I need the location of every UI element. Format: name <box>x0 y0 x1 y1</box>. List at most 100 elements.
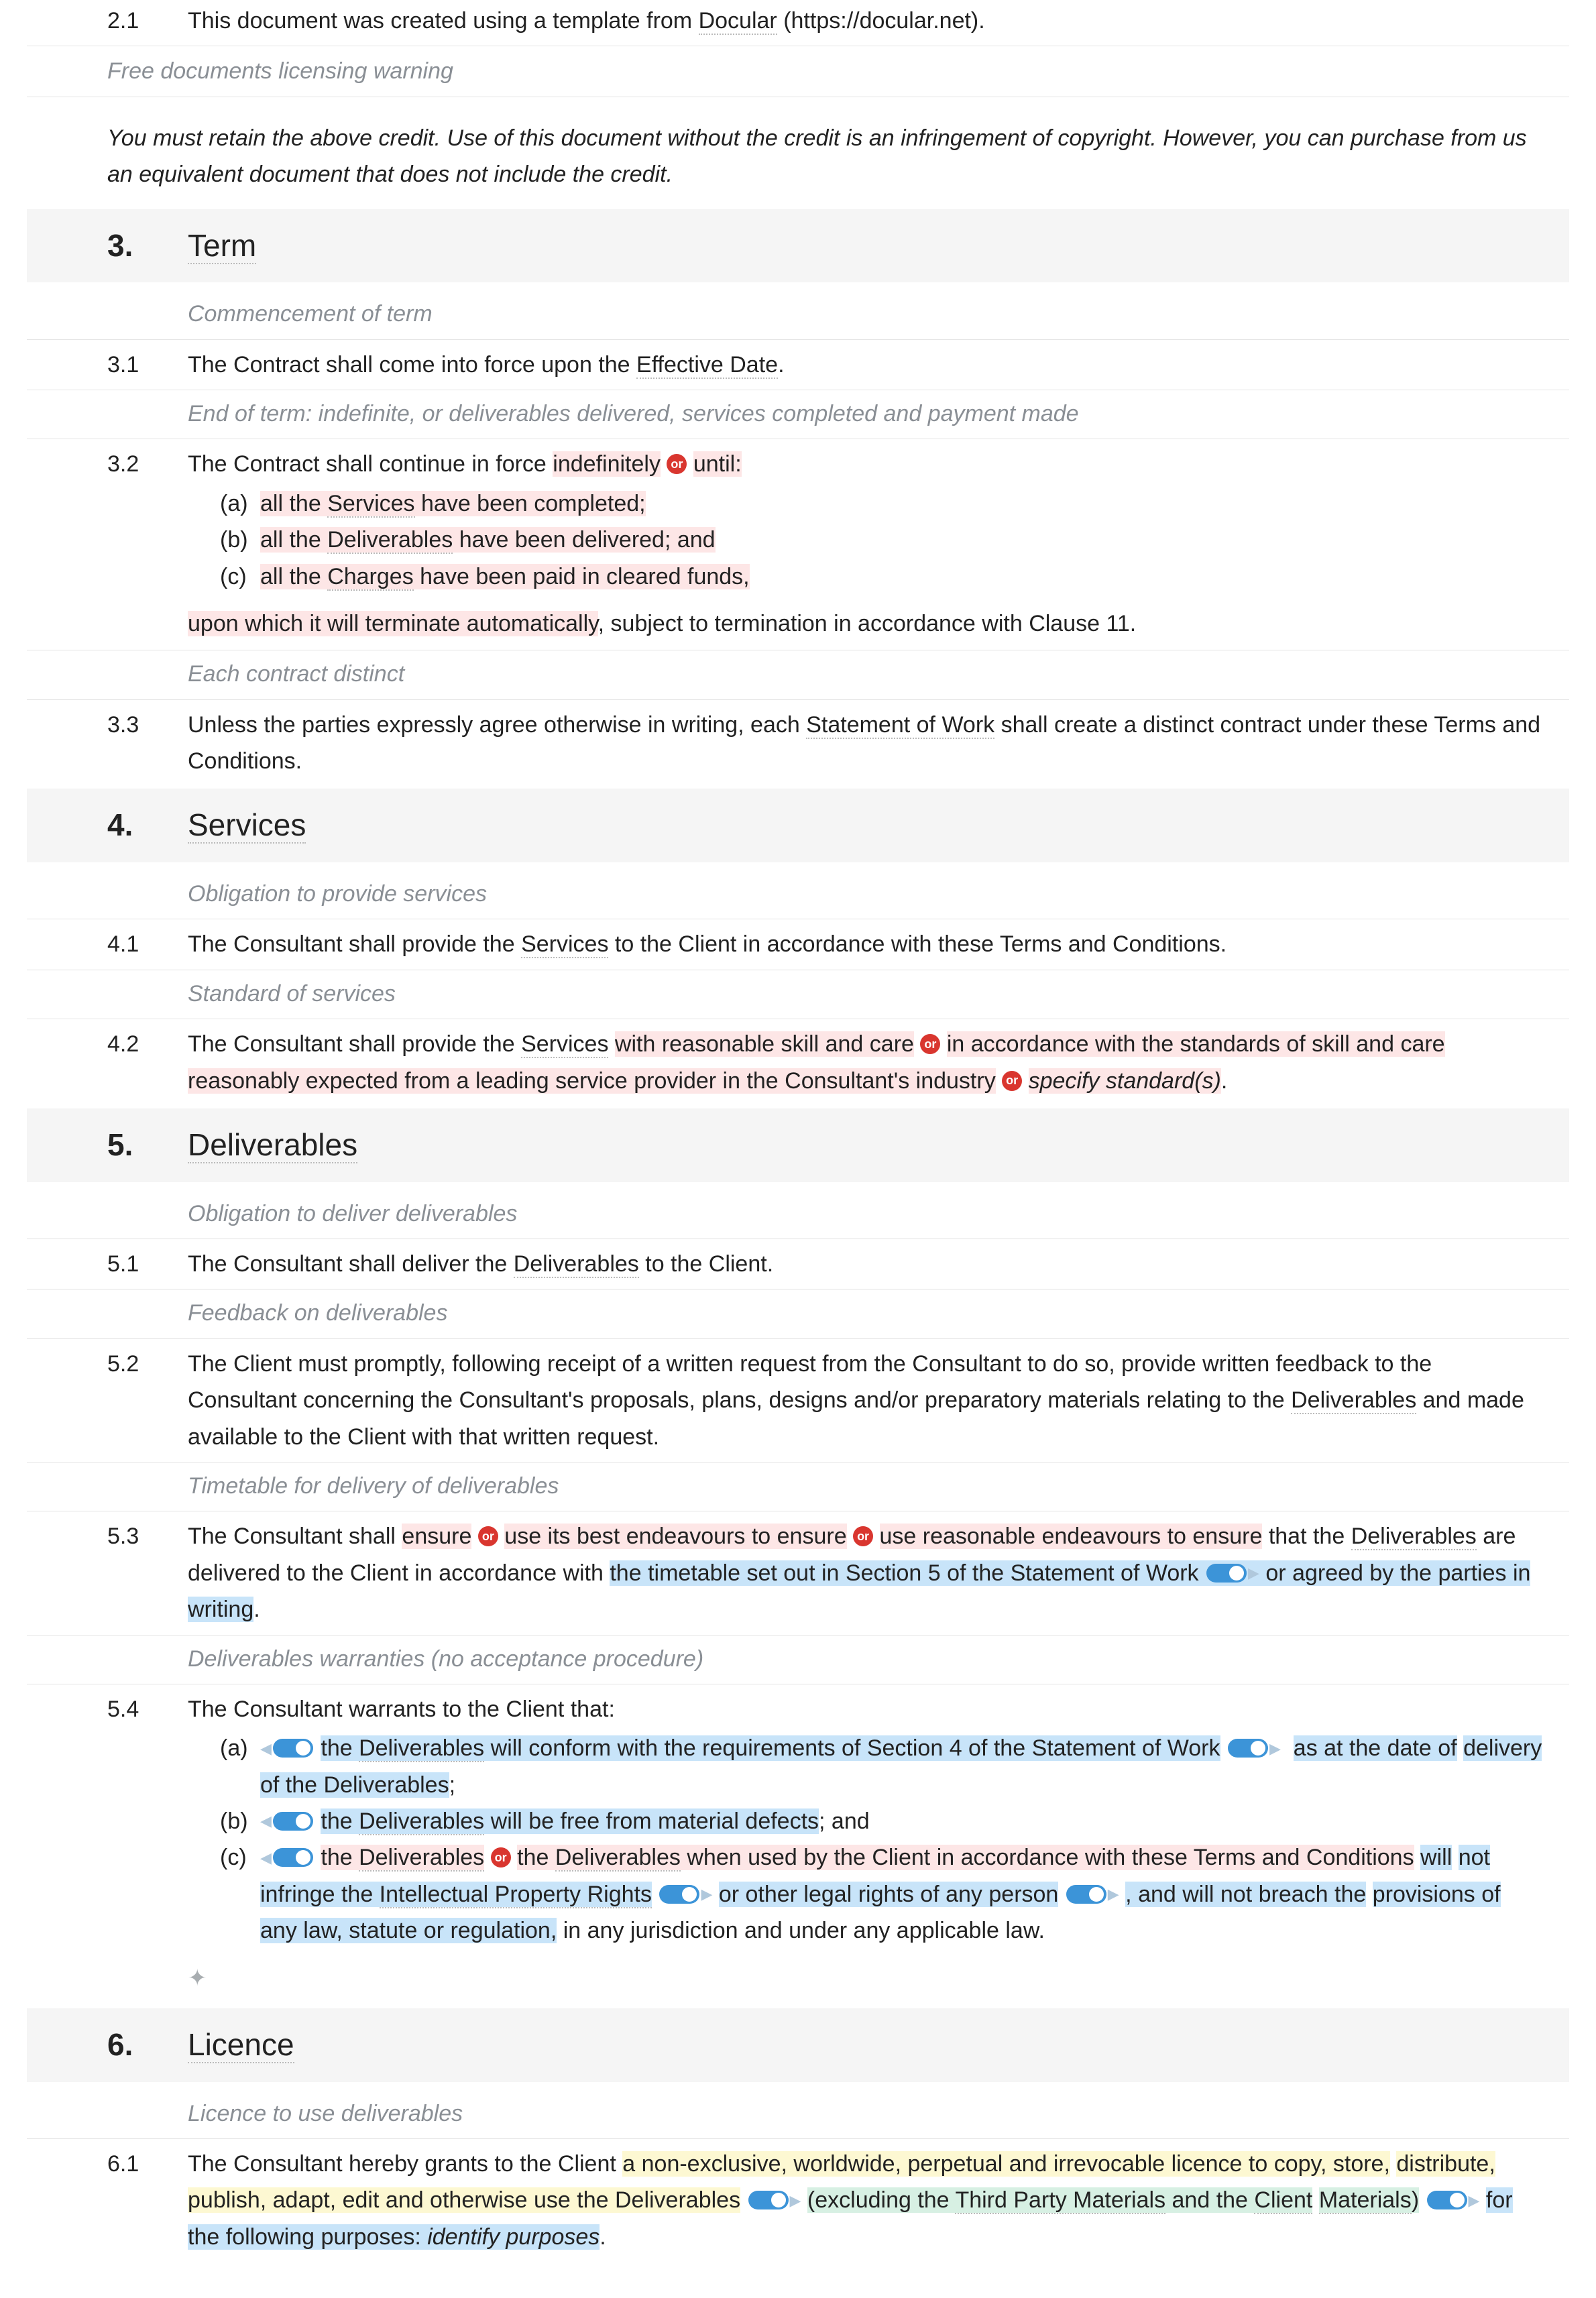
or-badge[interactable]: or <box>478 1526 498 1546</box>
toggle-icon[interactable] <box>273 1848 313 1867</box>
option-text[interactable]: the Deliverables when used by the Client… <box>517 1845 1414 1870</box>
editable-span[interactable]: a non-exclusive, worldwide, perpetual an… <box>622 2151 1390 2177</box>
clause-5-1: 5.1 The Consultant shall deliver the Del… <box>27 1243 1569 1285</box>
clause-number: 3.2 <box>107 446 188 595</box>
toggle-span[interactable]: or other legal rights <box>719 1882 914 1907</box>
option-text[interactable]: until: <box>693 451 742 477</box>
section-title[interactable]: Term <box>188 228 256 264</box>
text: The Consultant shall provide the <box>188 931 521 957</box>
sub-mark: (a) <box>220 1730 260 1803</box>
text: that the <box>1262 1524 1351 1549</box>
clause-body: This document was created using a templa… <box>188 3 1569 39</box>
add-clause-icon[interactable]: ✦ <box>188 1960 207 1996</box>
text: . <box>778 352 784 378</box>
option-placeholder[interactable]: specify standard(s) <box>1029 1068 1221 1094</box>
note-timetable: Timetable for delivery of deliverables <box>27 1462 1569 1511</box>
section-number: 3. <box>107 221 188 271</box>
note-warning-heading: Free documents licensing warning <box>27 46 1569 97</box>
defined-term[interactable]: Deliverables <box>514 1251 639 1278</box>
text: to the Client in accordance with these T… <box>608 931 1227 957</box>
text: . <box>253 1597 260 1622</box>
toggle-icon[interactable] <box>659 1885 699 1904</box>
sub-mark: (b) <box>220 1803 260 1839</box>
text: The Consultant shall provide the <box>188 1031 521 1057</box>
toggle-icon[interactable] <box>1206 1564 1247 1583</box>
toggle-span[interactable]: as at the date of <box>1294 1735 1457 1761</box>
note-obligation-services: Obligation to provide services <box>27 869 1569 919</box>
toggle-span[interactable]: the Deliverables will conform with the r… <box>321 1735 1220 1761</box>
sub-item-a: (a) all the Services have been completed… <box>220 485 1542 522</box>
arrow-icon: ◀ <box>260 1846 272 1870</box>
toggle-icon[interactable] <box>273 1812 313 1831</box>
or-badge[interactable]: or <box>667 454 687 474</box>
toggle-icon[interactable] <box>1427 2191 1467 2209</box>
defined-term[interactable]: Effective Date <box>636 352 778 379</box>
toggle-span[interactable]: will <box>1420 1845 1452 1870</box>
section-title[interactable]: Deliverables <box>188 1127 357 1163</box>
clause-4-2: 4.2 The Consultant shall provide the Ser… <box>27 1023 1569 1102</box>
note-each-distinct: Each contract distinct <box>27 650 1569 699</box>
toggle-icon[interactable] <box>748 2191 789 2209</box>
text: . <box>600 2224 606 2250</box>
clause-4-1: 4.1 The Consultant shall provide the Ser… <box>27 923 1569 965</box>
option-span[interactable]: all the Deliverables have been delivered… <box>260 527 716 553</box>
note-commencement: Commencement of term <box>27 289 1569 339</box>
sub-mark: (a) <box>220 485 260 522</box>
defined-term[interactable]: Deliverables <box>1351 1524 1477 1550</box>
option-span[interactable]: all the Services have been completed; <box>260 491 646 516</box>
note-licence: Licence to use deliverables <box>27 2089 1569 2139</box>
option-span[interactable]: all the Charges have been paid in cleare… <box>260 564 750 589</box>
clause-body: The Contract shall continue in force ind… <box>188 446 1569 595</box>
or-badge[interactable]: or <box>920 1034 940 1054</box>
defined-term[interactable]: Services <box>521 931 608 958</box>
clause-5-2: 5.2 The Client must promptly, following … <box>27 1343 1569 1458</box>
toggle-span[interactable]: the Deliverables will be free from mater… <box>321 1808 819 1834</box>
note-feedback: Feedback on deliverables <box>27 1289 1569 1338</box>
clause-5-4: 5.4 The Consultant warrants to the Clien… <box>27 1688 1569 1952</box>
clause-number: 3.1 <box>107 347 188 383</box>
arrow-icon: ◀ <box>260 1809 272 1833</box>
note-warranties: Deliverables warranties (no acceptance p… <box>27 1635 1569 1684</box>
defined-term[interactable]: Charges <box>327 564 414 591</box>
or-badge[interactable]: or <box>1002 1071 1022 1091</box>
option-text[interactable]: upon which it will terminate automatical… <box>188 611 598 636</box>
or-badge[interactable]: or <box>491 1847 511 1868</box>
toggle-icon[interactable] <box>1228 1739 1268 1758</box>
option-text[interactable]: with reasonable skill and care <box>615 1031 914 1057</box>
clause-number: 6.1 <box>107 2146 188 2255</box>
clause-5-3: 5.3 The Consultant shall ensure or use i… <box>27 1515 1569 1630</box>
section-number: 5. <box>107 1121 188 1170</box>
defined-term[interactable]: Deliverables <box>327 527 453 554</box>
section-6-heading: 6. Licence <box>27 2008 1569 2082</box>
defined-term[interactable]: Docular <box>699 8 777 35</box>
toggle-span[interactable]: of any person <box>914 1882 1058 1907</box>
clause-6-1: 6.1 The Consultant hereby grants to the … <box>27 2143 1569 2258</box>
text: to the Client. <box>639 1251 773 1277</box>
defined-term[interactable]: Statement of Work <box>806 712 994 739</box>
option-text[interactable]: indefinitely <box>553 451 661 477</box>
text: ; and <box>819 1808 870 1834</box>
section-title[interactable]: Services <box>188 807 306 844</box>
defined-term[interactable]: Services <box>327 491 414 518</box>
toggle-span[interactable]: Materials) <box>1319 2187 1419 2213</box>
clause-body: The Contract shall come into force upon … <box>188 347 1569 383</box>
option-text[interactable]: use reasonable endeavours to ensure <box>880 1524 1263 1549</box>
clause-number: 3.3 <box>107 707 188 780</box>
section-title[interactable]: Licence <box>188 2027 294 2063</box>
sub-mark: (c) <box>220 1839 260 1949</box>
defined-term[interactable]: Services <box>521 1031 608 1058</box>
option-text[interactable]: ensure <box>402 1524 471 1549</box>
toggle-icon[interactable] <box>1066 1885 1106 1904</box>
or-badge[interactable]: or <box>853 1526 873 1546</box>
toggle-span[interactable]: , and will not breach the <box>1125 1882 1366 1907</box>
arrow-icon: ▶ <box>1248 1561 1259 1585</box>
toggle-span[interactable]: (excluding the Third Party Materials and… <box>807 2187 1312 2213</box>
toggle-icon[interactable] <box>273 1739 313 1758</box>
defined-term[interactable]: Deliverables <box>1291 1387 1416 1414</box>
option-text[interactable]: the Deliverables <box>321 1845 484 1870</box>
text: in any jurisdiction and under any applic… <box>557 1918 1045 1943</box>
clause-2-1: 2.1 This document was created using a te… <box>27 0 1569 46</box>
option-text[interactable]: use its best endeavours to ensure <box>504 1524 846 1549</box>
clause-body: The Consultant shall ensure or use its b… <box>188 1518 1569 1627</box>
clause-3-3: 3.3 Unless the parties expressly agree o… <box>27 704 1569 783</box>
